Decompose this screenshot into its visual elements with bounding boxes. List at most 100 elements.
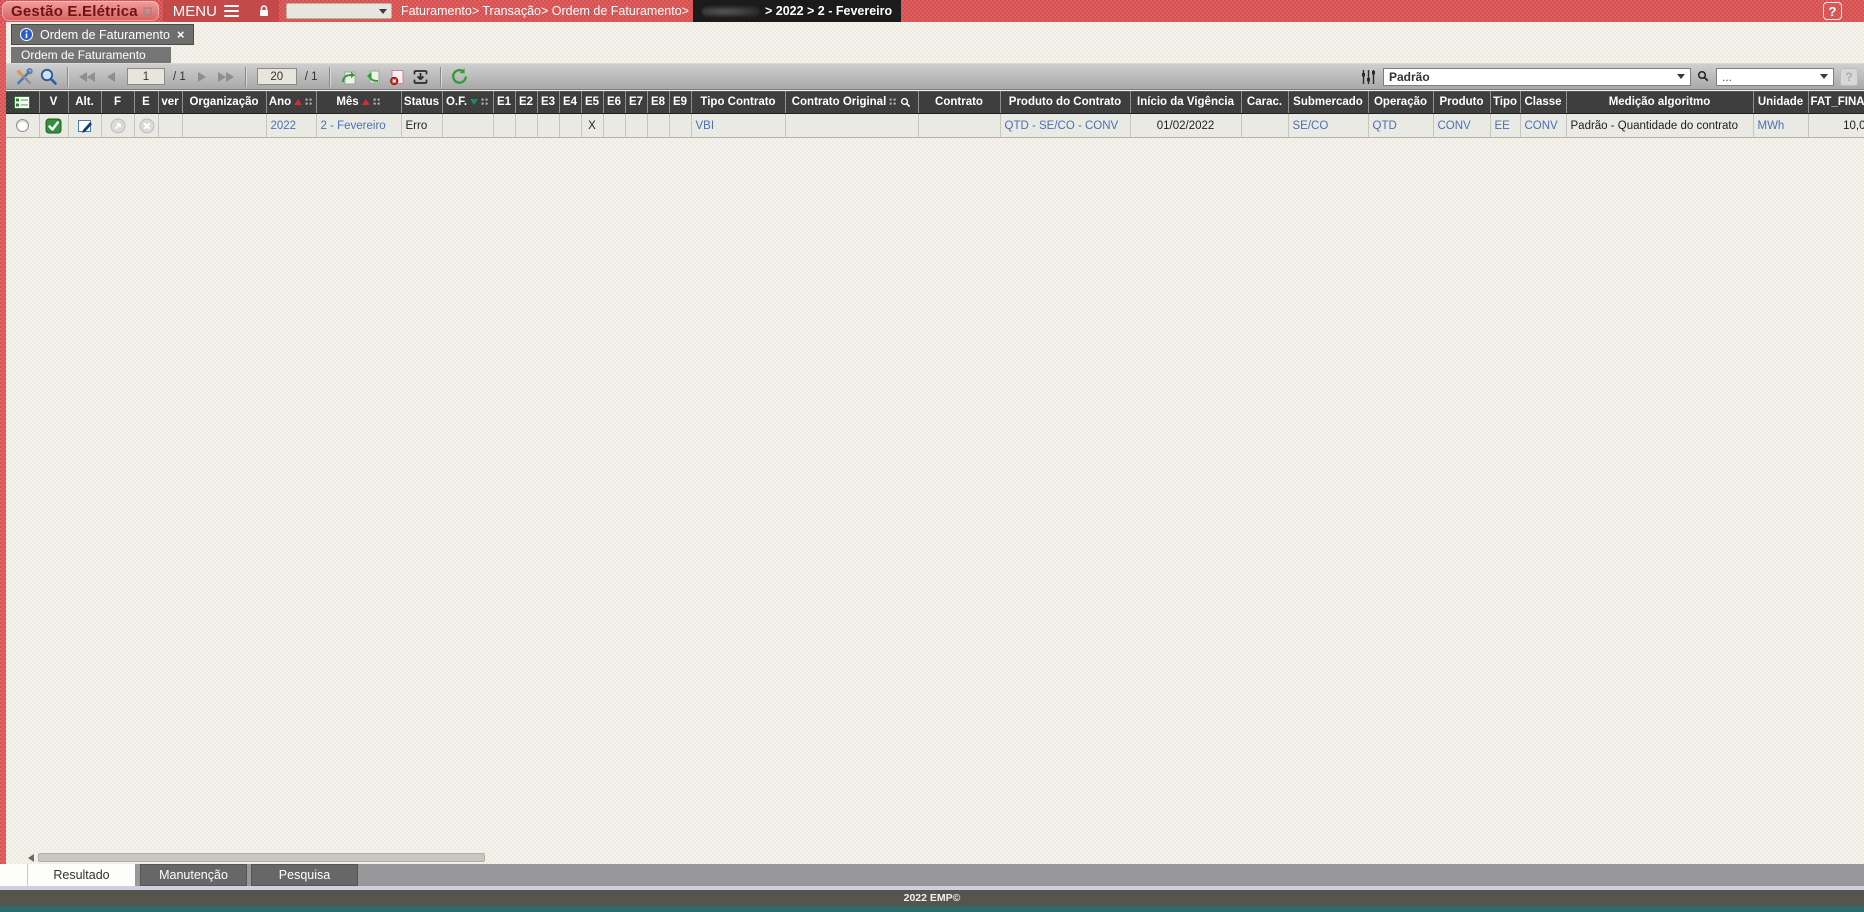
cell-link[interactable]: 2 - Fevereiro <box>321 120 386 132</box>
col-header-produto[interactable]: Produto <box>1433 91 1491 114</box>
log-button[interactable] <box>385 66 409 88</box>
restore-icon[interactable] <box>143 6 152 16</box>
col-header-ano[interactable]: Ano <box>266 91 317 114</box>
sliders-icon[interactable] <box>1360 68 1377 86</box>
col-header-submercado[interactable]: Submercado <box>1288 91 1369 114</box>
cell-ver <box>158 113 183 138</box>
cell-ano[interactable]: 2022 <box>266 113 317 138</box>
col-header-medicao[interactable]: Medição algoritmo <box>1566 91 1754 114</box>
cell-sel[interactable] <box>6 113 40 138</box>
next-page-button[interactable] <box>190 66 214 88</box>
cell-produto[interactable]: CONV <box>1433 113 1491 138</box>
horizontal-scrollbar[interactable] <box>28 852 1858 863</box>
col-header-e7[interactable]: E7 <box>625 91 648 114</box>
edit-icon[interactable] <box>77 118 93 134</box>
settings-button[interactable] <box>12 66 36 88</box>
col-header-classe[interactable]: Classe <box>1520 91 1567 114</box>
cell-link[interactable]: SE/CO <box>1293 120 1329 132</box>
col-header-tipo_contrato[interactable]: Tipo Contrato <box>691 91 786 114</box>
col-header-e4[interactable]: E4 <box>559 91 582 114</box>
col-header-e2[interactable]: E2 <box>515 91 538 114</box>
col-header-mes[interactable]: Mês <box>316 91 402 114</box>
validated-check-icon[interactable] <box>45 118 62 134</box>
col-header-e5[interactable]: E5 <box>581 91 604 114</box>
tab-ordem-de-faturamento[interactable]: Ordem de Faturamento × <box>11 24 194 45</box>
cell-contrato_original[interactable] <box>785 113 919 138</box>
col-header-e1[interactable]: E1 <box>493 91 516 114</box>
scroll-left-icon[interactable] <box>28 853 34 862</box>
col-header-e9[interactable]: E9 <box>669 91 692 114</box>
col-header-fat_final[interactable]: FAT_FINAL <box>1808 91 1864 114</box>
row-select-radio[interactable] <box>15 119 29 132</box>
sort-desc-icon <box>470 99 479 106</box>
col-header-alt[interactable]: Alt. <box>68 91 102 114</box>
page-input[interactable] <box>127 68 165 85</box>
cell-operacao[interactable]: QTD <box>1368 113 1434 138</box>
scrollbar-thumb[interactable] <box>38 853 485 862</box>
tab-pesquisa[interactable]: Pesquisa <box>251 864 358 886</box>
col-header-e6[interactable]: E6 <box>603 91 626 114</box>
cell-link[interactable]: 2022 <box>271 120 297 132</box>
view-selector[interactable]: Padrão <box>1383 67 1691 86</box>
cell-text: 01/02/2022 <box>1156 119 1215 132</box>
col-header-unidade[interactable]: Unidade <box>1753 91 1809 114</box>
cell-unidade[interactable]: MWh <box>1753 113 1809 138</box>
top-dropdown[interactable] <box>285 3 392 19</box>
lock-button[interactable] <box>248 0 279 22</box>
first-page-button[interactable] <box>75 66 99 88</box>
app-logo[interactable]: Gestão E.Elétrica <box>2 1 159 21</box>
cell-link[interactable]: CONV <box>1525 120 1558 132</box>
cell-link[interactable]: VBI <box>696 120 715 132</box>
cell-link[interactable]: CONV <box>1438 120 1471 132</box>
col-header-f[interactable]: F <box>101 91 135 114</box>
export-button[interactable] <box>337 66 361 88</box>
cell-v[interactable] <box>39 113 69 138</box>
select-column-header[interactable] <box>6 91 40 114</box>
cell-e <box>134 113 159 138</box>
cell-submercado[interactable]: SE/CO <box>1288 113 1369 138</box>
col-header-status[interactable]: Status <box>401 91 443 114</box>
close-icon[interactable]: × <box>177 27 185 42</box>
quick-filter-selector[interactable]: ... <box>1716 67 1834 86</box>
cell-tipo_contrato[interactable]: VBI <box>691 113 786 138</box>
col-header-inicio_vigencia[interactable]: Início da Vigência <box>1130 91 1242 114</box>
col-header-e3[interactable]: E3 <box>537 91 560 114</box>
rows-per-page-input[interactable] <box>256 68 297 85</box>
tab-manutencao[interactable]: Manutenção <box>140 864 247 886</box>
cell-tipo[interactable]: EE <box>1490 113 1521 138</box>
grid-container: V Alt. F Ever Organização Ano Mês Status O.F. E1 E… <box>6 91 1864 138</box>
import-button[interactable] <box>361 66 385 88</box>
col-header-contrato_original[interactable]: Contrato Original <box>785 91 919 114</box>
prev-page-button[interactable] <box>99 66 123 88</box>
cell-alt[interactable] <box>68 113 102 138</box>
col-header-v[interactable]: V <box>39 91 69 114</box>
cell-produto_contrato[interactable]: QTD - SE/CO - CONV <box>1000 113 1131 138</box>
tab-resultado[interactable]: Resultado <box>28 864 135 886</box>
capture-button[interactable] <box>409 66 433 88</box>
menu-button[interactable]: MENU <box>162 0 249 22</box>
col-header-ver[interactable]: ver <box>158 91 183 114</box>
cell-classe[interactable]: CONV <box>1520 113 1567 138</box>
cell-link[interactable]: MWh <box>1758 120 1785 132</box>
col-header-of[interactable]: O.F. <box>442 91 494 114</box>
col-header-e[interactable]: E <box>134 91 159 114</box>
col-header-carac[interactable]: Carac. <box>1241 91 1289 114</box>
search-button[interactable] <box>36 66 60 88</box>
search-icon[interactable] <box>900 97 911 108</box>
cell-link[interactable]: QTD - SE/CO - CONV <box>1005 120 1119 132</box>
col-header-produto_contrato[interactable]: Produto do Contrato <box>1000 91 1131 114</box>
col-header-operacao[interactable]: Operação <box>1368 91 1434 114</box>
cell-link[interactable]: QTD <box>1373 120 1397 132</box>
col-header-tipo[interactable]: Tipo <box>1490 91 1521 114</box>
search-small-icon[interactable] <box>1697 70 1710 83</box>
next-page-icon <box>197 71 206 82</box>
table-row[interactable]: 2022 2 - Fevereiro Erro X VBI QTD - SE/CO - C… <box>6 113 1864 138</box>
col-header-e8[interactable]: E8 <box>647 91 670 114</box>
cell-mes[interactable]: 2 - Fevereiro <box>316 113 402 138</box>
cell-link[interactable]: EE <box>1495 120 1510 132</box>
last-page-button[interactable] <box>214 66 238 88</box>
refresh-button[interactable] <box>448 66 472 88</box>
col-header-org[interactable]: Organização <box>182 91 267 114</box>
help-button[interactable]: ? <box>1823 2 1842 20</box>
col-header-contrato[interactable]: Contrato <box>918 91 1001 114</box>
